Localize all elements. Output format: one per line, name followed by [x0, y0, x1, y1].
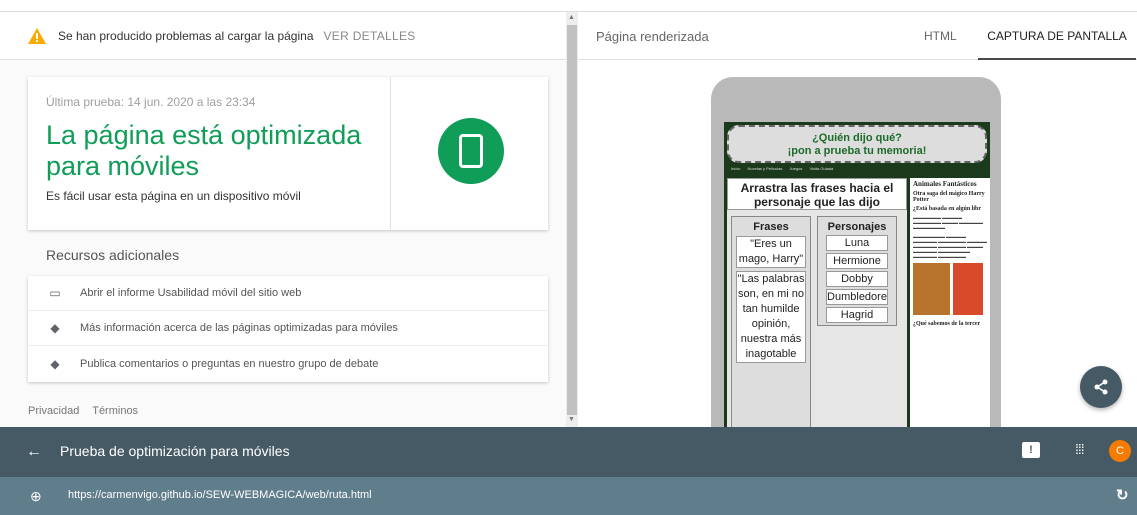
resource-label: Más información acerca de las páginas op…: [80, 322, 398, 334]
rendered-screenshot: ¿Quién dijo qué? ¡pon a prueba tu memori…: [724, 122, 990, 427]
banner-line1: ¿Quién dijo qué?: [812, 132, 902, 144]
reload-icon[interactable]: ↻: [1116, 486, 1129, 504]
frases-column: Frases "Eres un mago, Harry" "Las palabr…: [731, 216, 811, 427]
game-section: Arrastra las frases hacia el personaje q…: [727, 178, 907, 427]
tab-html[interactable]: HTML: [924, 29, 957, 43]
warning-icon: [28, 27, 46, 44]
personaje-item: Dobby: [826, 271, 888, 287]
resource-label: Abrir el informe Usabilidad móvil del si…: [80, 287, 302, 299]
tested-url[interactable]: https://carmenvigo.github.io/SEW-WEBMAGI…: [68, 489, 372, 501]
book-cover-image: [953, 263, 983, 315]
result-title: La página está optimizada para móviles: [46, 120, 386, 182]
site-nav-item: Novelas y Películas: [747, 166, 783, 171]
scroll-up-icon[interactable]: ▲: [568, 14, 575, 21]
scroll-down-icon[interactable]: ▼: [568, 416, 575, 423]
resource-item-learn[interactable]: ◆ Más información acerca de las páginas …: [28, 311, 548, 346]
resource-item-report[interactable]: ▭ Abrir el informe Usabilidad móvil del …: [28, 276, 548, 311]
view-details-link[interactable]: VER DETALLES: [324, 29, 416, 43]
site-nav-item: Juegos: [789, 166, 803, 171]
personajes-column: Personajes Luna Hermione Dobby Dumbledor…: [817, 216, 897, 326]
share-icon: [1094, 379, 1108, 395]
site-nav-item: Inicio: [731, 166, 741, 171]
frases-heading: Frases: [753, 221, 789, 233]
article-sidebar: Animales Fantásticos Otra saga del mágic…: [910, 178, 990, 427]
footer-links: Privacidad Términos: [28, 405, 148, 417]
back-arrow-icon[interactable]: ←: [26, 443, 42, 461]
personajes-heading: Personajes: [827, 221, 887, 233]
avatar[interactable]: C: [1109, 440, 1131, 462]
site-nav-item: Visita Guiada: [809, 166, 834, 171]
resource-item-forum[interactable]: ◆ Publica comentarios o preguntas en nue…: [28, 346, 548, 381]
result-subtitle: Es fácil usar esta página en un disposit…: [46, 189, 301, 203]
book-cover-image: [913, 263, 950, 315]
article-question: ¿Está basada en algún libr: [913, 206, 982, 212]
resources-title: Recursos adicionales: [46, 247, 180, 263]
personaje-item: Dumbledore: [826, 289, 888, 305]
phone-frame: ¿Quién dijo qué? ¡pon a prueba tu memori…: [711, 77, 1001, 427]
page: Se han producido problemas al cargar la …: [0, 0, 1137, 515]
article-subtitle: Otra saga del mágico Harry Potter: [913, 191, 985, 203]
url-bar: ⊕ https://carmenvigo.github.io/SEW-WEBMA…: [0, 477, 1137, 515]
article-paragraph-lines: ▬▬▬▬▬▬▬ ▬▬▬▬▬ ▬▬▬▬▬▬▬ ▬▬▬▬ ▬▬▬▬▬▬ ▬▬▬▬▬▬…: [913, 215, 983, 230]
mobile-friendly-badge: [438, 118, 504, 184]
rendered-page-label: Página renderizada: [596, 29, 709, 44]
game-title-line1: Arrastra las frases hacia el: [740, 181, 894, 195]
school-icon: ◆: [50, 321, 60, 335]
school-icon: ◆: [50, 356, 60, 371]
app-title: Prueba de optimización para móviles: [60, 443, 290, 459]
globe-icon: ⊕: [30, 488, 42, 504]
book-covers: [913, 263, 987, 315]
warning-bar: Se han producido problemas al cargar la …: [0, 12, 566, 60]
personaje-item: Hermione: [826, 253, 888, 269]
result-title-line1: La página está optimizada: [46, 120, 362, 150]
frase-item: "Eres un mago, Harry": [736, 236, 806, 268]
scrollbar-thumb[interactable]: [567, 25, 577, 415]
privacy-link[interactable]: Privacidad: [28, 405, 79, 417]
result-title-line2: para móviles: [46, 151, 200, 181]
tab-screenshot[interactable]: CAPTURA DE PANTALLA: [978, 12, 1136, 60]
preview-tabs-bar: Página renderizada HTML CAPTURA DE PANTA…: [578, 12, 1137, 60]
results-panel: Se han producido problemas al cargar la …: [0, 12, 566, 427]
share-button[interactable]: [1080, 366, 1122, 408]
personaje-item: Luna: [826, 235, 888, 251]
warning-text: Se han producido problemas al cargar la …: [58, 28, 314, 43]
feedback-icon[interactable]: !: [1022, 442, 1040, 458]
result-card: Última prueba: 14 jun. 2020 a las 23:34 …: [28, 77, 548, 230]
resource-label: Publica comentarios o preguntas en nuest…: [80, 357, 379, 370]
smartphone-icon: [459, 134, 483, 168]
game-title: Arrastra las frases hacia el personaje q…: [727, 178, 907, 210]
article-paragraph-lines: ▬▬▬▬▬▬▬▬ ▬▬▬▬▬ ▬▬▬▬▬▬ ▬▬▬▬▬▬▬ ▬▬▬▬▬ ▬▬▬▬…: [913, 234, 987, 259]
report-icon: ▭: [49, 286, 61, 300]
app-bar: ← Prueba de optimización para móviles ! …: [0, 427, 1137, 477]
top-edge: [0, 0, 1137, 12]
apps-grid-icon[interactable]: ⁞⁞⁞: [1075, 441, 1085, 457]
terms-link[interactable]: Términos: [92, 405, 138, 417]
card-divider: [390, 77, 391, 230]
preview-panel: Página renderizada HTML CAPTURA DE PANTA…: [578, 12, 1137, 427]
site-nav: Inicio Novelas y Películas Juegos Visita…: [727, 166, 987, 174]
frase-item: "Las palabras son, en mi no tan humilde …: [736, 271, 806, 363]
game-title-line2: personaje que las dijo: [753, 195, 881, 209]
last-test-date: Última prueba: 14 jun. 2020 a las 23:34: [46, 95, 256, 109]
banner-line2: ¡pon a prueba tu memoria!: [787, 145, 927, 157]
article-question: ¿Qué sabemos de la tercer: [913, 321, 981, 327]
result-text: Última prueba: 14 jun. 2020 a las 23:34 …: [46, 95, 386, 203]
personaje-item: Hagrid: [826, 307, 888, 323]
site-banner: ¿Quién dijo qué? ¡pon a prueba tu memori…: [727, 125, 987, 163]
resources-list: ▭ Abrir el informe Usabilidad móvil del …: [28, 276, 548, 382]
article-title: Animales Fantásticos: [913, 180, 977, 188]
